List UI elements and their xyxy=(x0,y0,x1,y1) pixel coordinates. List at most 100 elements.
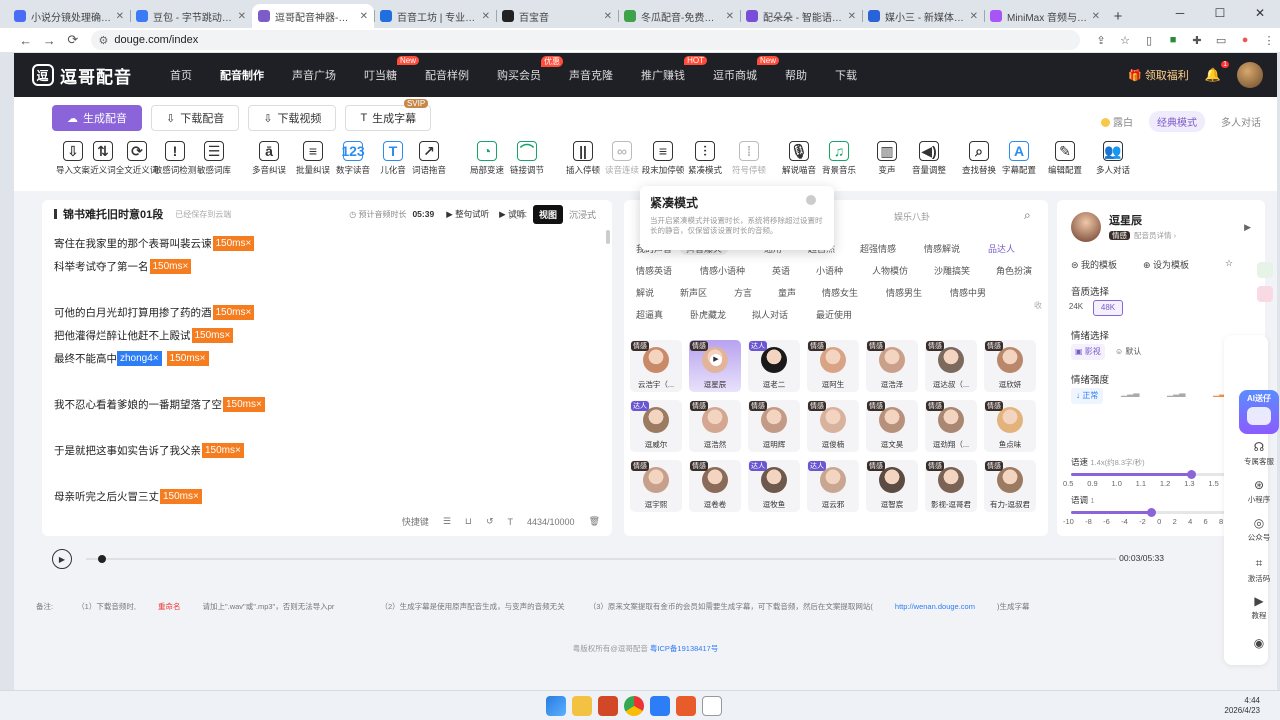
new-tab-button[interactable]: + xyxy=(1106,4,1130,28)
emotion-film[interactable]: ▣ 影视 xyxy=(1071,344,1105,360)
maximize-button[interactable]: ☐ xyxy=(1200,0,1240,26)
voice-card[interactable]: 情感 有力-逗叔君 xyxy=(984,460,1036,512)
reading-list-icon[interactable]: ▯ xyxy=(1138,34,1160,47)
voice-category[interactable]: 情感解说 xyxy=(924,242,960,255)
nav-item[interactable]: 声音克隆 xyxy=(569,67,613,83)
voice-category[interactable]: 情感女生 xyxy=(822,286,858,299)
voice-category[interactable]: 人物模仿 xyxy=(872,264,908,277)
reload-icon[interactable]: ⟳ xyxy=(61,32,85,48)
voice-category[interactable]: 情感男生 xyxy=(886,286,922,299)
float-item[interactable]: ◎ 公众号 xyxy=(1240,516,1278,543)
nav-item[interactable]: 推广赚钱 HOT xyxy=(641,56,707,83)
nav-item[interactable]: 配音制作 xyxy=(220,67,264,83)
quality-48k[interactable]: 48K xyxy=(1093,300,1123,316)
voice-category[interactable]: 拟人对话 xyxy=(752,308,788,321)
tool-6[interactable]: ā 多音纠误 xyxy=(246,141,292,176)
chrome-icon[interactable] xyxy=(624,696,644,716)
pause-tag[interactable]: 150ms× xyxy=(160,489,202,504)
nav-item[interactable]: 帮助 xyxy=(785,67,807,83)
avatar[interactable] xyxy=(1237,62,1263,88)
compact-mode-toggle[interactable] xyxy=(806,195,816,205)
pinyin-tag[interactable]: zhong4× xyxy=(117,351,162,366)
voice-card[interactable]: 情感 逗达叔（... xyxy=(925,340,977,392)
voice-card[interactable]: 情感 逗智宸 xyxy=(866,460,918,512)
welfare-link[interactable]: 🎁 领取福利 xyxy=(1128,67,1189,83)
multi-dialog-tab[interactable]: 多人对话 xyxy=(1221,114,1261,129)
tab-close-icon[interactable]: ✕ xyxy=(482,11,490,22)
tab-view[interactable]: 视图 xyxy=(532,205,563,224)
url-field[interactable]: ⚙ douge.com/index xyxy=(90,30,1081,50)
tab-close-icon[interactable]: ✕ xyxy=(970,11,978,22)
tab-close-icon[interactable]: ✕ xyxy=(848,11,856,22)
tool-15[interactable]: ≡ 段末加停顿 xyxy=(640,141,686,176)
tab-close-icon[interactable]: ✕ xyxy=(116,11,124,22)
nav-item[interactable]: 逗币商城 New xyxy=(713,56,779,83)
tool-21[interactable]: ◀) 音量调整 xyxy=(906,141,952,176)
voice-card[interactable]: 情感 逗宇熙 xyxy=(630,460,682,512)
nav-item[interactable]: 配音样例 xyxy=(425,67,469,83)
voice-card[interactable]: 情感 逗欣妍 xyxy=(984,340,1036,392)
classic-mode-tab[interactable]: 经典模式 xyxy=(1149,111,1205,132)
intensity-level-icon[interactable]: ▁▂▃ xyxy=(1167,388,1185,404)
back-icon[interactable]: ← xyxy=(14,33,38,48)
tool-16[interactable]: ⫶ 紧凑模式 xyxy=(682,141,728,176)
progress-track[interactable] xyxy=(86,558,1116,560)
bell-icon[interactable]: 🔔 1 xyxy=(1205,61,1229,83)
voice-category[interactable]: 解说 xyxy=(636,286,654,299)
generate-subtitle-button[interactable]: T 生成字幕 SVIP xyxy=(345,99,432,131)
tool-25[interactable]: 👥 多人对话 xyxy=(1090,141,1136,176)
format-icon[interactable]: ☰ xyxy=(443,516,451,527)
script-line[interactable]: 最终不能高中 zhong4× 150ms× xyxy=(54,351,209,366)
pause-tag[interactable]: 150ms× xyxy=(212,305,255,320)
history-icon[interactable]: ↺ xyxy=(486,516,494,527)
script-line[interactable]: 把他灌得烂醉让他赶不上殿试 150ms× xyxy=(54,328,234,343)
voice-category[interactable]: 情感小语种 xyxy=(700,264,745,277)
pause-tag[interactable]: 150ms× xyxy=(166,351,209,366)
voice-card[interactable]: 达人 逗云邪 xyxy=(807,460,859,512)
bookmark-star-icon[interactable]: ☆ xyxy=(1114,34,1136,47)
progress-knob[interactable] xyxy=(98,555,107,563)
browser-tab[interactable]: 冬瓜配音-免费文字转语 ✕ xyxy=(618,4,740,28)
app-icon[interactable] xyxy=(650,696,670,716)
pause-tag[interactable]: 150ms× xyxy=(223,397,265,412)
sidebar-app-icon[interactable] xyxy=(1257,286,1273,302)
download-audio-button[interactable]: ⇩ 下载配音 xyxy=(151,105,240,131)
voice-category[interactable]: 卧虎藏龙 xyxy=(690,308,726,321)
browser-tab[interactable]: MiniMax 音频与音乐 ✕ xyxy=(984,4,1106,28)
intensity-level-icon[interactable]: ▁▂▃ xyxy=(1121,388,1139,404)
basket-icon[interactable]: ⊔ xyxy=(465,516,472,527)
voice-card[interactable]: 情感 逗俊楠 xyxy=(807,400,859,452)
script-line[interactable]: 可他的白月光却打算用掺了药的酒 150ms× xyxy=(54,305,255,320)
ai-assistant-button[interactable]: AI送仔 xyxy=(1239,390,1279,434)
tab-close-icon[interactable]: ✕ xyxy=(726,11,734,22)
voice-card[interactable]: 情感 逗浩然 xyxy=(689,400,741,452)
speed-slider[interactable] xyxy=(1071,470,1231,479)
script-line[interactable]: 母亲听完之后火冒三丈 150ms× xyxy=(54,489,202,504)
voice-category[interactable]: 品达人 xyxy=(988,242,1015,255)
voice-card[interactable]: 达人 逗老二 xyxy=(748,340,800,392)
tab-immersive[interactable]: 沉浸式 xyxy=(563,205,602,224)
float-item[interactable]: ☊ 专属客服 xyxy=(1240,440,1278,467)
voice-card[interactable]: ▶ 情感 逗星辰 xyxy=(689,340,741,392)
pause-tag[interactable]: 150ms× xyxy=(149,259,192,274)
install-icon[interactable]: ⇪ xyxy=(1090,34,1112,47)
pause-tag[interactable]: 150ms× xyxy=(212,236,255,251)
float-item[interactable]: ◉ xyxy=(1240,636,1278,652)
voice-card[interactable]: 情感 鱼点味 xyxy=(984,400,1036,452)
tab-close-icon[interactable]: ✕ xyxy=(1092,11,1100,22)
voice-category[interactable]: 小语种 xyxy=(816,264,843,277)
emotion-default[interactable]: ☺ 默认 xyxy=(1111,344,1145,360)
pause-tag[interactable]: 150ms× xyxy=(191,328,234,343)
play-button[interactable]: ▶ xyxy=(52,549,72,569)
voice-card[interactable]: 情感 逗文昊 xyxy=(866,400,918,452)
scrollbar[interactable] xyxy=(606,230,610,244)
voice-category[interactable]: 角色扮演 xyxy=(996,264,1032,277)
tool-20[interactable]: ▥ 变声 xyxy=(864,141,910,176)
voice-category[interactable]: 童声 xyxy=(778,286,796,299)
browser-tab[interactable]: 配朵朵 - 智能语音合成 ✕ xyxy=(740,4,862,28)
preview-sentence-button[interactable]: ▶ 整句试听 xyxy=(446,208,489,220)
play-icon[interactable]: ▶ xyxy=(1244,222,1251,233)
script-line[interactable]: 科举考试夺了第一名 150ms× xyxy=(54,259,192,274)
browser-tab[interactable]: 豆包 - 字节跳动旗下 AI ✕ xyxy=(130,4,252,28)
nav-item[interactable]: 购买会员 优惠 xyxy=(497,56,563,83)
